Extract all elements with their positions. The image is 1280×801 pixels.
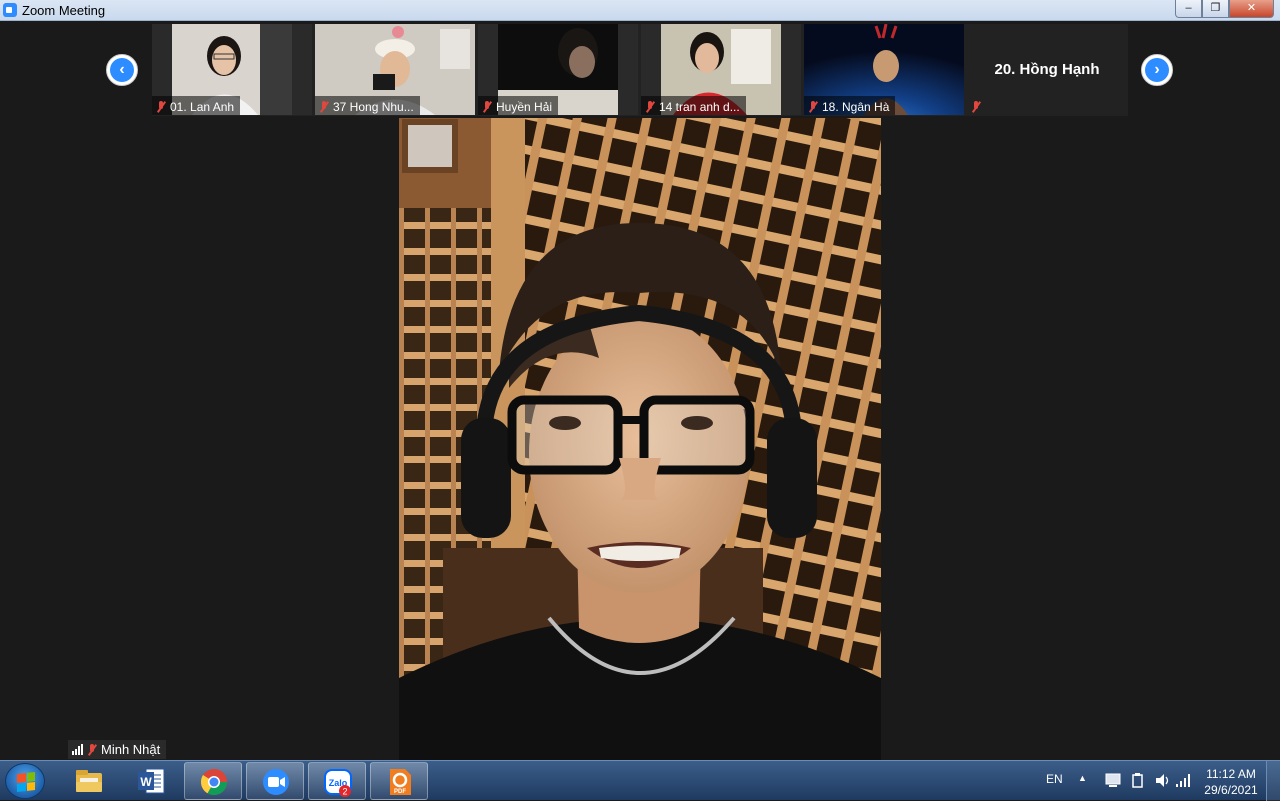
participant-thumbnail[interactable]: 20. Hồng Hạnh (967, 24, 1127, 115)
zoom-icon (263, 769, 289, 795)
show-hidden-icons-button[interactable]: ▲ (1078, 773, 1087, 783)
chevron-right-icon: › (1145, 58, 1169, 82)
power-icon[interactable] (1130, 773, 1146, 788)
prev-page-button[interactable]: ‹ (106, 54, 138, 86)
pdf-label: PDF (394, 789, 406, 795)
active-speaker-video (399, 118, 881, 760)
participant-label: 14 tran anh d... (641, 96, 746, 115)
network-icon[interactable] (1175, 773, 1191, 788)
participant-label: 01. Lan Anh (152, 96, 241, 115)
taskbar-zoom[interactable] (246, 762, 304, 800)
muted-mic-icon (87, 743, 97, 756)
windows-start-icon[interactable] (5, 763, 45, 799)
participant-name: 18. Ngân Hà (822, 99, 890, 114)
file-explorer-icon (76, 770, 102, 792)
zalo-icon: Zalo 2 (324, 769, 352, 797)
volume-icon[interactable] (1155, 773, 1171, 788)
zalo-badge: 2 (342, 787, 347, 797)
close-button[interactable]: ✕ (1229, 0, 1274, 18)
taskbar-file-explorer[interactable] (60, 762, 118, 800)
participant-name: 20. Hồng Hạnh (994, 61, 1100, 78)
muted-mic-icon (319, 100, 329, 113)
zoom-icon (3, 3, 17, 17)
participant-name: 14 tran anh d... (659, 99, 740, 114)
clock-time: 11:12 AM (1206, 767, 1256, 781)
participant-name: Huyền Hải (496, 99, 553, 114)
window-title: Zoom Meeting (22, 3, 106, 18)
muted-mic-icon (156, 100, 166, 113)
taskbar-pdf[interactable]: PDF (370, 762, 428, 800)
word-icon: W (138, 768, 165, 794)
chrome-icon (200, 769, 228, 796)
restore-button[interactable]: ❐ (1202, 0, 1229, 18)
muted-mic-icon (808, 100, 818, 113)
participant-label: 37 Hong Nhu... (315, 96, 420, 115)
window-controls: – ❐ ✕ (1175, 0, 1274, 18)
muted-mic-icon (645, 100, 655, 113)
participant-label: 18. Ngân Hà (804, 96, 896, 115)
taskbar-clock[interactable]: 11:12 AM 29/6/2021 (1195, 766, 1267, 798)
clock-date: 29/6/2021 (1204, 783, 1258, 797)
taskbar-word[interactable]: W (122, 762, 180, 800)
active-speaker-name: Minh Nhật (101, 742, 161, 757)
participant-thumbnail[interactable]: 37 Hong Nhu... (315, 24, 475, 115)
minimize-button[interactable]: – (1175, 0, 1202, 18)
action-center-icon[interactable] (1105, 773, 1121, 788)
taskbar: W Zalo 2 PDF EN ▲ 11:12 AM 29/6/2021 (0, 760, 1280, 801)
participant-thumbnail[interactable]: 18. Ngân Hà (804, 24, 964, 115)
participant-thumbnail[interactable]: 01. Lan Anh (152, 24, 312, 115)
title-bar: Zoom Meeting – ❐ ✕ (0, 0, 1280, 21)
pdf-icon: PDF (390, 769, 411, 795)
taskbar-chrome[interactable] (184, 762, 242, 800)
participant-thumbnail[interactable]: Huyền Hải (478, 24, 638, 115)
signal-icon (72, 744, 83, 755)
participant-name: 37 Hong Nhu... (333, 99, 414, 114)
speaker-video-frame (399, 118, 881, 760)
taskbar-zalo[interactable]: Zalo 2 (308, 762, 366, 800)
show-desktop-button[interactable] (1266, 761, 1280, 801)
active-speaker-label: Minh Nhật (68, 740, 167, 759)
chevron-left-icon: ‹ (110, 58, 134, 82)
participant-strip: 01. Lan Anh 37 Hong Nhu... Huyền Hải 14 … (152, 24, 1128, 116)
language-indicator[interactable]: EN (1046, 772, 1063, 786)
participant-label: Huyền Hải (478, 96, 559, 115)
participant-label (967, 96, 987, 115)
muted-mic-icon (971, 100, 981, 113)
zoom-window: Zoom Meeting – ❐ ✕ ‹ 01. Lan Anh 37 Hong… (0, 0, 1280, 760)
participant-name: 01. Lan Anh (170, 99, 235, 114)
svg-text:W: W (140, 775, 152, 789)
participant-thumbnail[interactable]: 14 tran anh d... (641, 24, 801, 115)
next-page-button[interactable]: › (1141, 54, 1173, 86)
muted-mic-icon (482, 100, 492, 113)
